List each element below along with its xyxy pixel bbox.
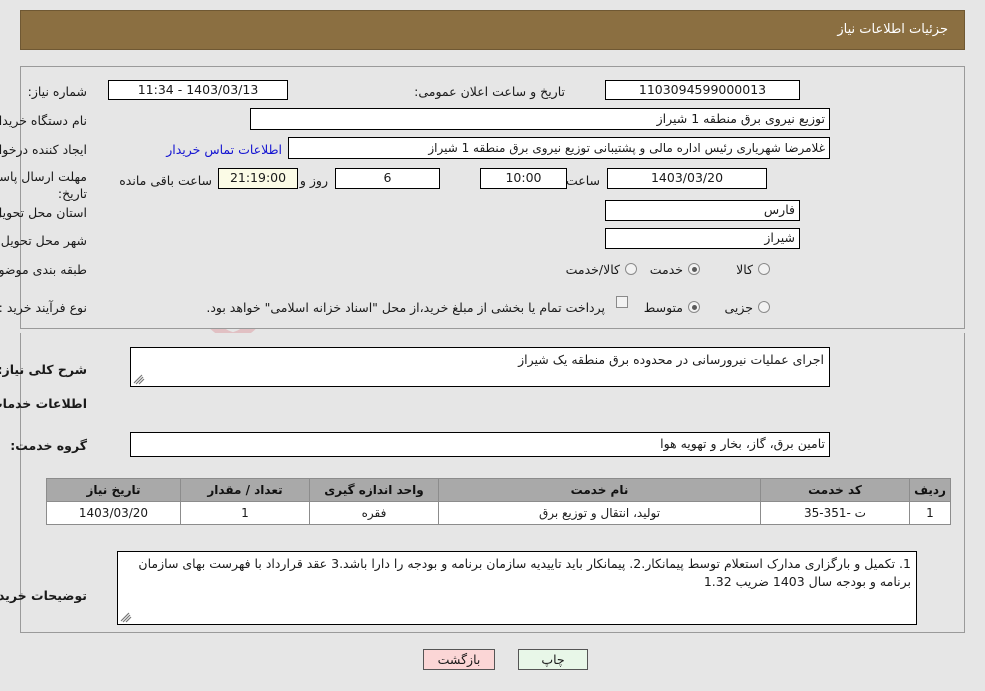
cell-row: 1 [909, 501, 951, 525]
col-code: کد خدمت [760, 478, 910, 502]
purchase-process-label: نوع فرآیند خرید : [0, 300, 87, 315]
resize-grip-icon[interactable] [120, 611, 132, 623]
service-group-label: گروه خدمت: [10, 438, 87, 453]
cell-quantity: 1 [180, 501, 310, 525]
announcement-value: 1403/03/13 - 11:34 [108, 80, 288, 100]
radio-category-kala-khedmat[interactable] [625, 263, 637, 275]
radio-category-khedmat[interactable] [688, 263, 700, 275]
time-remaining-label: ساعت باقی مانده [119, 173, 212, 188]
checkbox-islamic-treasury[interactable] [616, 296, 628, 308]
cell-unit: فقره [309, 501, 439, 525]
days-remaining-label: روز و [299, 173, 328, 188]
radio-category-kala-khedmat-label: کالا/خدمت [565, 262, 620, 277]
radio-process-jozi[interactable] [758, 301, 770, 313]
general-description-textarea[interactable]: اجرای عملیات نیرورسانی در محدوده برق منط… [130, 347, 830, 387]
buyer-notes-label: توضیحات خریدار: [0, 588, 87, 603]
delivery-city-label: شهر محل تحویل: [0, 233, 87, 248]
col-need-date: تاریخ نیاز [46, 478, 181, 502]
cell-code: ت -351-35 [760, 501, 910, 525]
col-row: ردیف [909, 478, 951, 502]
col-unit: واحد اندازه گیری [309, 478, 439, 502]
radio-process-jozi-label: جزیی [724, 300, 753, 315]
announcement-label: تاریخ و ساعت اعلان عمومی: [414, 84, 565, 99]
buyer-notes-textarea[interactable]: 1. تکمیل و بارگزاری مدارک استعلام توسط پ… [117, 551, 917, 625]
table-header-row: ردیف کد خدمت نام خدمت واحد اندازه گیری ت… [46, 478, 951, 502]
delivery-province-label: استان محل تحویل: [0, 205, 87, 220]
cell-name: تولید، انتقال و توزیع برق [438, 501, 761, 525]
radio-category-khedmat-label: خدمت [649, 262, 683, 277]
request-creator-value: غلامرضا شهریاری رئیس اداره مالی و پشتیبا… [288, 137, 830, 159]
print-button[interactable]: چاپ [518, 649, 588, 670]
time-remaining-value: 21:19:00 [218, 168, 298, 189]
delivery-city-value: شیراز [605, 228, 800, 249]
days-remaining-value: 6 [335, 168, 440, 189]
buyer-org-label: نام دستگاه خریدار: [0, 113, 87, 128]
cell-need-date: 1403/03/20 [46, 501, 181, 525]
resize-grip-icon[interactable] [133, 373, 145, 385]
radio-category-kala-label: کالا [736, 262, 753, 277]
need-number-value: 1103094599000013 [605, 80, 800, 100]
buyer-contact-link[interactable]: اطلاعات تماس خریدار [166, 142, 282, 157]
buyer-org-value: توزیع نیروی برق منطقه 1 شیراز [250, 108, 830, 130]
back-button[interactable]: بازگشت [423, 649, 495, 670]
subject-category-label: طبقه بندی موضوعی: [0, 262, 87, 277]
buyer-notes-value: 1. تکمیل و بارگزاری مدارک استعلام توسط پ… [138, 556, 911, 590]
deadline-time-value: 10:00 [480, 168, 567, 189]
general-description-label: شرح کلی نیاز: [0, 362, 87, 377]
deadline-label-line2: تاریخ: [57, 186, 87, 201]
need-info-panel [20, 66, 965, 329]
request-creator-label: ایجاد کننده درخواست: [0, 142, 87, 157]
general-description-value: اجرای عملیات نیرورسانی در محدوده برق منط… [518, 352, 824, 367]
radio-process-motevaset[interactable] [688, 301, 700, 313]
services-info-heading: اطلاعات خدمات مورد نیاز [0, 396, 87, 411]
page-root: AriaTender.net جزئیات اطلاعات نیاز شماره… [0, 0, 985, 691]
col-name: نام خدمت [438, 478, 761, 502]
services-table: ردیف کد خدمت نام خدمت واحد اندازه گیری ت… [46, 478, 951, 525]
deadline-label-line1: مهلت ارسال پاسخ: تا [0, 169, 87, 184]
table-row: 1 ت -351-35 تولید، انتقال و توزیع برق فق… [46, 501, 951, 525]
need-number-label: شماره نیاز: [27, 84, 87, 99]
radio-process-motevaset-label: متوسط [643, 300, 683, 315]
page-title: جزئیات اطلاعات نیاز [837, 22, 948, 37]
radio-category-kala[interactable] [758, 263, 770, 275]
delivery-province-value: فارس [605, 200, 800, 221]
deadline-date-value: 1403/03/20 [607, 168, 767, 189]
page-header-bar: جزئیات اطلاعات نیاز [20, 10, 965, 50]
islamic-treasury-note: پرداخت تمام یا بخشی از مبلغ خرید،از محل … [206, 300, 605, 315]
col-quantity: تعداد / مقدار [180, 478, 310, 502]
deadline-hour-label: ساعت [565, 173, 600, 188]
service-group-value: تامین برق، گاز، بخار و تهویه هوا [130, 432, 830, 457]
